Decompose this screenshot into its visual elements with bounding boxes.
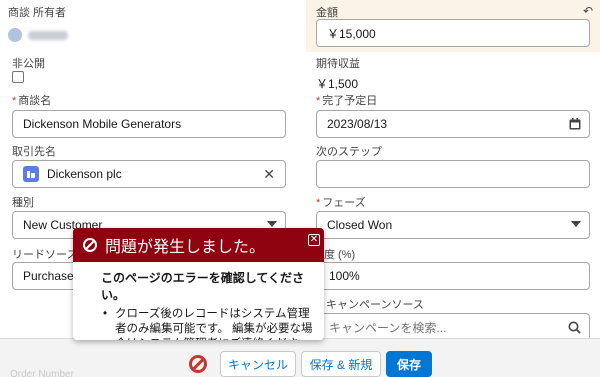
name-input[interactable]: Dickenson Mobile Generators [12, 110, 286, 138]
campaign-placeholder: キャンペーンを検索... [329, 320, 447, 335]
error-popover: 問題が発生しました。 ✕ このページのエラーを確認してください。 クローズ後のレ… [73, 228, 324, 340]
account-lookup[interactable]: Dickenson plc ✕ [12, 160, 286, 188]
error-popover-header: 問題が発生しました。 ✕ [73, 228, 324, 262]
error-ban-icon[interactable] [189, 355, 207, 373]
next-step-label: 次のステップ [316, 146, 382, 158]
expected-label: 期待収益 [316, 58, 360, 70]
private-checkbox[interactable] [12, 71, 24, 83]
close-icon[interactable]: ✕ [308, 234, 320, 246]
lead-value: Purchased [23, 269, 81, 283]
name-label: 商談名 [18, 95, 52, 107]
owner-label: 商談 所有者 [8, 7, 67, 19]
search-icon [568, 321, 581, 334]
lead-select[interactable]: Purchased [12, 262, 82, 290]
stage-label: フェーズ [322, 197, 366, 209]
type-label: 種別 [12, 197, 34, 209]
cancel-button[interactable]: キャンセル [220, 351, 296, 377]
close-date-input[interactable]: 2023/08/13 [316, 110, 590, 138]
campaign-field: キャンペーンソース [326, 298, 424, 312]
chevron-down-icon [267, 221, 277, 227]
lead-field: リードソース [12, 248, 77, 262]
expected-value: ￥1,500 [316, 77, 359, 91]
error-heading: このページのエラーを確認してください。 [101, 271, 305, 302]
type-field: 種別 [12, 196, 34, 210]
error-popover-body: このページのエラーを確認してください。 クローズ後のレコードはシステム管理者のみ… [73, 262, 324, 340]
probability-field: 度 (%) [324, 248, 355, 262]
required-mark: * [316, 197, 321, 209]
error-message: クローズ後のレコードはシステム管理者のみ編集可能です。 編集が必要な場合はシステ… [101, 307, 314, 340]
name-input-value: Dickenson Mobile Generators [23, 117, 182, 131]
calendar-icon[interactable] [569, 118, 581, 130]
faded-field-label: Order Number [10, 369, 74, 377]
account-label: 取引先名 [12, 146, 56, 158]
owner-name-redacted [28, 30, 68, 40]
account-field: 取引先名 [12, 145, 56, 159]
probability-input[interactable]: 100% [316, 262, 590, 290]
required-mark: * [12, 95, 17, 107]
stage-select[interactable]: Closed Won [316, 211, 590, 239]
account-icon [23, 166, 39, 182]
stage-value: Closed Won [327, 218, 393, 232]
amount-label: 金額 [316, 7, 338, 19]
save-and-new-button[interactable]: 保存 & 新規 [301, 351, 381, 377]
owner-field: 商談 所有者 [8, 6, 68, 42]
stage-field: * フェーズ [316, 196, 366, 210]
lead-label: リードソース [12, 249, 78, 261]
save-button[interactable]: 保存 [386, 351, 432, 377]
expected-field: 期待収益 ￥1,500 [316, 57, 360, 92]
name-field: * 商談名 [12, 94, 51, 108]
private-field: 非公開 [12, 57, 45, 71]
campaign-label: キャンペーンソース [326, 299, 424, 311]
close-date-value: 2023/08/13 [327, 117, 388, 131]
campaign-search-input[interactable]: キャンペーンを検索... [316, 313, 590, 341]
account-value: Dickenson plc [47, 167, 122, 181]
form-footer: Order Number [0, 338, 600, 377]
close-date-field: * 完了予定日 [316, 94, 377, 108]
next-step-field: 次のステップ [316, 145, 382, 159]
probability-label: 度 (%) [324, 249, 356, 261]
amount-field: 金額 [316, 6, 338, 20]
probability-value: 100% [329, 269, 360, 283]
private-label: 非公開 [12, 58, 45, 70]
close-date-label: 完了予定日 [322, 95, 378, 107]
owner-avatar [8, 28, 22, 42]
required-mark: * [316, 95, 321, 107]
chevron-down-icon [571, 221, 581, 227]
amount-input[interactable]: ￥15,000 [316, 19, 590, 47]
amount-value: ￥15,000 [327, 26, 376, 41]
error-popover-title: 問題が発生しました。 [105, 239, 266, 256]
error-ban-icon [83, 238, 97, 252]
undo-icon[interactable]: ↶ [583, 4, 593, 18]
clear-selection-icon[interactable]: ✕ [263, 166, 275, 183]
next-step-input[interactable] [316, 160, 590, 188]
